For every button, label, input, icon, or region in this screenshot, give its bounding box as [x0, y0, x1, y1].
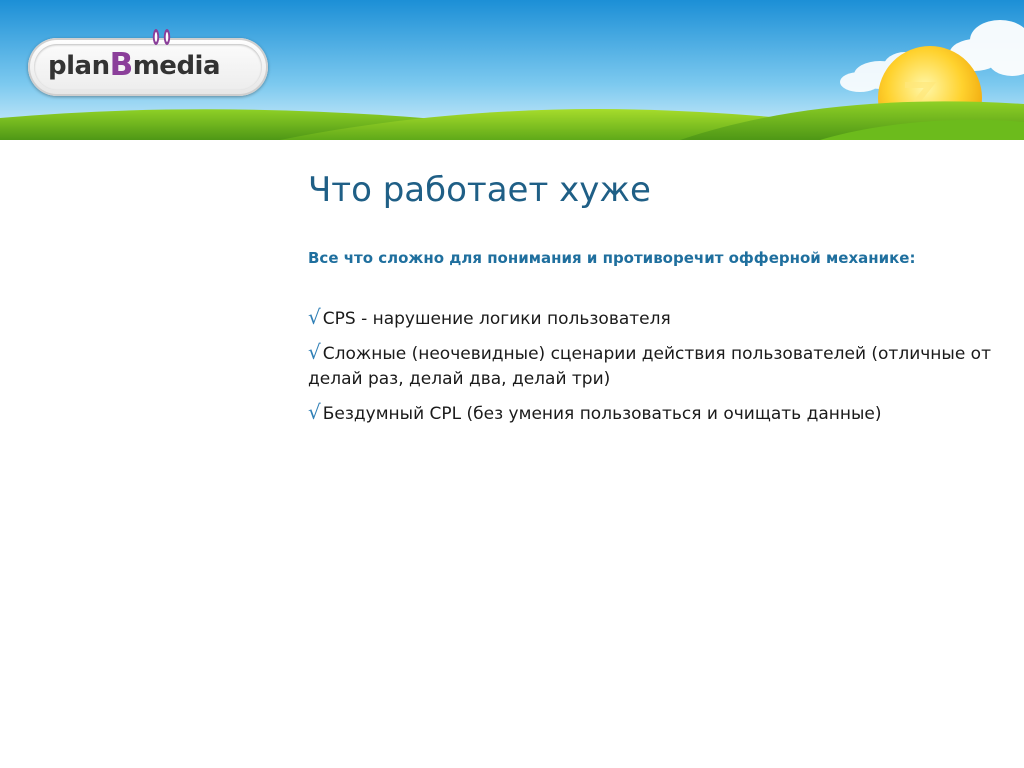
logo-prefix: plan	[48, 51, 110, 81]
bullet-item: √ CPS - нарушение логики пользователя	[308, 302, 1018, 333]
bullet-text: Бездумный CPL (без умения пользоваться и…	[322, 403, 882, 424]
header-banner: planBmedia	[0, 0, 1024, 140]
bullet-item: √ Бездумный CPL (без умения пользоваться …	[308, 397, 1018, 428]
checkmark-icon: √	[308, 339, 321, 364]
planbmedia-logo: planBmedia	[28, 29, 268, 96]
bunny-ears-icon	[152, 29, 171, 45]
logo-text: planBmedia	[48, 46, 221, 83]
slide-content: Что работает хуже Все что сложно для пон…	[308, 160, 1018, 443]
logo-suffix: media	[132, 51, 221, 81]
bullet-text: Сложные (неочевидные) сценарии действия …	[308, 343, 991, 390]
bullet-text: CPS - нарушение логики пользователя	[322, 309, 671, 330]
checkmark-icon: √	[308, 305, 321, 330]
bullet-list: √ CPS - нарушение логики пользователя √ Сл…	[308, 302, 1018, 427]
logo-accent: B	[109, 47, 134, 83]
checkmark-icon: √	[308, 399, 321, 424]
slide-subtitle: Все что сложно для понимания и противоре…	[308, 248, 916, 267]
slide-title: Что работает хуже	[308, 170, 651, 210]
slide: planBmedia Что работает хуже Все что сло…	[0, 0, 1024, 768]
bullet-item: √ Сложные (неочевидные) сценарии действия…	[308, 337, 1018, 393]
